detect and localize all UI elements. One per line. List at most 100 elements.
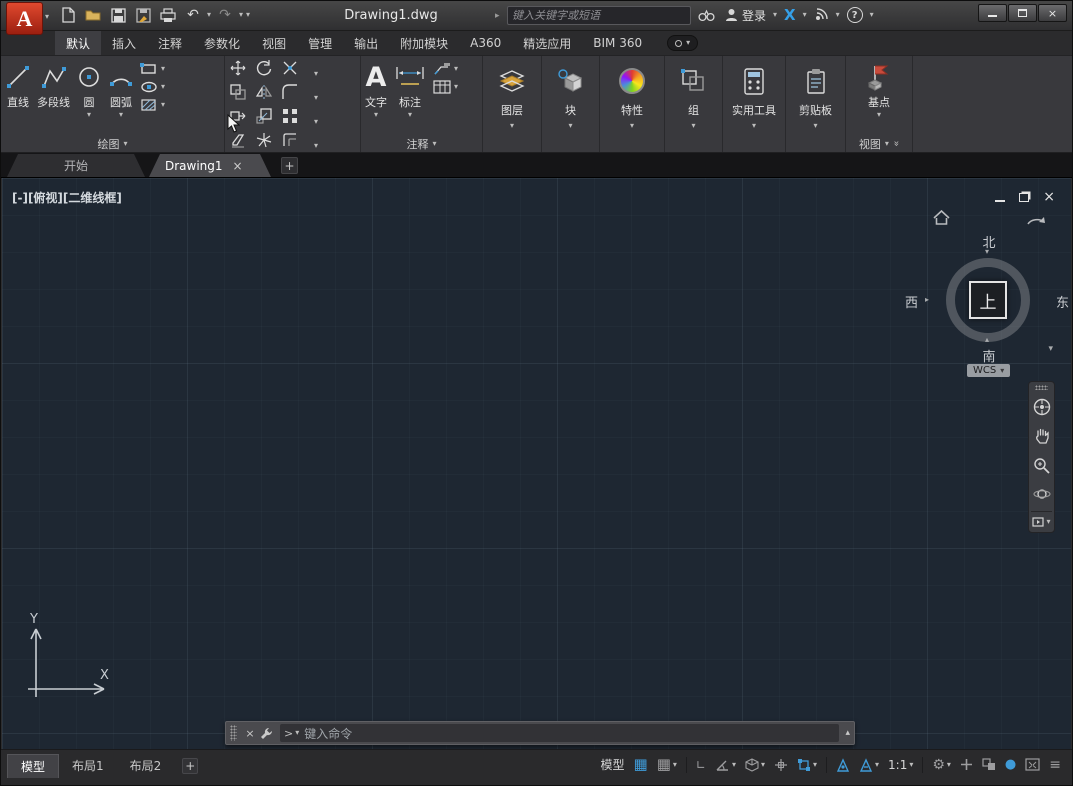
layout-tab-model[interactable]: 模型	[7, 754, 59, 778]
orbit-button[interactable]	[1031, 482, 1053, 506]
title-flyout-caret-icon[interactable]: ▸	[495, 11, 500, 21]
panel-utilities-button[interactable]: 实用工具 ▾	[723, 56, 786, 152]
isometric-drafting-button[interactable]: ▾	[742, 754, 768, 776]
snap-mode-button[interactable]: ▦▾	[654, 754, 680, 776]
model-space-button[interactable]: 模型	[597, 754, 627, 776]
navbar-grip[interactable]	[1035, 385, 1048, 390]
viewcube[interactable]: 北 ▾ 西 ▸ 上 东 南 ▴ ▾ WCS ▾	[923, 206, 1055, 374]
drawing-canvas[interactable]: [-][俯视][二维线框] × 北 ▾ 西 ▸ 上 东 南 ▴ ▾ WCS ▾	[2, 178, 1071, 749]
ribbon-tab-insert[interactable]: 插入	[101, 31, 147, 55]
search-input[interactable]	[512, 9, 686, 22]
offset-tool-button[interactable]	[281, 131, 299, 153]
customize-button[interactable]: ≡	[1046, 754, 1064, 776]
command-line[interactable]: × > ▾ 键入命令 ▴	[225, 721, 855, 745]
save-as-button[interactable]	[132, 4, 154, 26]
new-file-button[interactable]	[57, 4, 79, 26]
close-button[interactable]: ×	[1038, 4, 1067, 22]
panel-groups-button[interactable]: 组 ▾	[665, 56, 723, 152]
line-tool-button[interactable]: 直线	[3, 60, 33, 111]
undo-button[interactable]: ↶	[182, 4, 204, 26]
circle-flyout-caret-icon[interactable]: ▾	[87, 111, 91, 119]
command-history-expand-icon[interactable]: ▴	[845, 728, 850, 738]
drawing-close-icon[interactable]: ×	[1043, 190, 1055, 204]
file-tab-drawing1[interactable]: Drawing1 ×	[149, 154, 271, 177]
showmotion-button[interactable]: ▾	[1032, 517, 1050, 529]
save-button[interactable]	[107, 4, 129, 26]
workspace-switching-button[interactable]: ⚙ ▾	[929, 754, 954, 776]
grid-display-button[interactable]: ▦	[631, 754, 651, 776]
wcs-dropdown[interactable]: WCS ▾	[967, 364, 1010, 377]
pan-button[interactable]	[1031, 424, 1053, 448]
ribbon-tab-annotate[interactable]: 注释	[147, 31, 193, 55]
erase-tool-button[interactable]	[229, 131, 247, 153]
text-caret-icon[interactable]: ▾	[374, 111, 378, 119]
polyline-tool-button[interactable]: 多段线	[35, 60, 72, 111]
annotation-monitor-button[interactable]	[957, 754, 976, 776]
help-button[interactable]: ?	[844, 4, 866, 26]
ortho-mode-button[interactable]: ∟	[693, 754, 709, 776]
search-button[interactable]	[695, 4, 718, 26]
viewport-controls[interactable]: [-][俯视][二维线框]	[12, 189, 122, 206]
panel-block-button[interactable]: 块 ▾	[542, 56, 600, 152]
viewcube-top-face[interactable]: 上	[969, 281, 1007, 319]
layout-tab-layout1[interactable]: 布局1	[59, 754, 117, 778]
minimize-button[interactable]	[978, 4, 1007, 22]
maximize-button[interactable]	[1008, 4, 1037, 22]
table-tool-button[interactable]: ▾	[431, 80, 460, 94]
isolate-objects-button[interactable]	[979, 754, 999, 776]
viewcube-rotate-icon[interactable]	[1025, 210, 1049, 230]
ribbon-minimize-button[interactable]: ▾	[667, 35, 698, 51]
ribbon-tab-manage[interactable]: 管理	[297, 31, 343, 55]
panel-draw-label[interactable]: 绘图 ▾	[1, 135, 224, 152]
ribbon-tab-home[interactable]: 默认	[55, 31, 101, 55]
hardware-acceleration-button[interactable]: ●	[1002, 754, 1019, 776]
array-tool-button[interactable]	[281, 107, 299, 129]
undo-caret-icon[interactable]: ▾	[207, 11, 211, 19]
command-line-grip[interactable]	[230, 725, 237, 741]
ribbon-tab-view[interactable]: 视图	[251, 31, 297, 55]
copy-tool-button[interactable]	[229, 83, 247, 105]
command-close-button[interactable]: ×	[242, 725, 258, 741]
dimension-tool-button[interactable]: 标注 ▾	[391, 60, 429, 120]
new-drawing-tab-button[interactable]: +	[281, 157, 298, 174]
exchange-apps-button[interactable]: X	[781, 4, 799, 26]
viewcube-west-label[interactable]: 西	[905, 292, 918, 311]
trim-flyout-button[interactable]: ▾	[314, 61, 318, 80]
plot-button[interactable]	[157, 4, 179, 26]
exchange-caret-icon[interactable]: ▾	[803, 11, 807, 19]
redo-button[interactable]: ↷	[214, 4, 236, 26]
autoscale-button[interactable]: ▾	[856, 754, 882, 776]
viewcube-south-label[interactable]: 南	[923, 346, 1055, 365]
viewcube-east-label[interactable]: 东	[1056, 292, 1069, 311]
redo-caret-icon[interactable]: ▾	[239, 11, 243, 19]
polar-tracking-button[interactable]: ▾	[712, 754, 739, 776]
viewcube-west-arrow-icon[interactable]: ▸	[925, 296, 929, 304]
fillet-flyout-button[interactable]: ▾	[314, 85, 318, 104]
qat-customize-caret-icon[interactable]: ▾	[246, 11, 250, 19]
move-tool-button[interactable]	[229, 59, 247, 81]
ribbon-tab-parametric[interactable]: 参数化	[193, 31, 251, 55]
tab-close-icon[interactable]: ×	[233, 160, 243, 172]
application-menu-caret-icon[interactable]: ▾	[45, 13, 49, 21]
arc-tool-button[interactable]: 圆弧 ▾	[106, 60, 136, 120]
hatch-tool-button[interactable]: ▾	[138, 98, 167, 112]
ribbon-tab-output[interactable]: 输出	[343, 31, 389, 55]
ribbon-tab-featured-apps[interactable]: 精选应用	[512, 31, 582, 55]
command-input-field[interactable]: > ▾ 键入命令	[280, 724, 839, 742]
panel-annotate-label[interactable]: 注释 ▾	[361, 135, 482, 152]
fillet-tool-button[interactable]	[281, 83, 299, 105]
trim-tool-button[interactable]	[281, 59, 299, 81]
explode-tool-button[interactable]	[255, 131, 273, 153]
ucs-icon[interactable]: Y X	[16, 613, 112, 705]
navbar-more-caret-icon[interactable]: ▾	[1046, 518, 1050, 526]
signin-button[interactable]: 登录	[722, 4, 769, 26]
viewcube-north-arrow-icon[interactable]: ▾	[985, 248, 989, 256]
drawing-restore-icon[interactable]	[1019, 193, 1029, 202]
rectangle-tool-button[interactable]: ▾	[138, 62, 167, 76]
communication-caret-icon[interactable]: ▾	[836, 11, 840, 19]
ribbon-tab-a360[interactable]: A360	[459, 31, 512, 55]
layout-tab-layout2[interactable]: 布局2	[117, 754, 175, 778]
file-tab-start[interactable]: 开始	[7, 154, 145, 177]
panel-properties-button[interactable]: 特性 ▾	[600, 56, 665, 152]
scale-tool-button[interactable]	[255, 107, 273, 129]
